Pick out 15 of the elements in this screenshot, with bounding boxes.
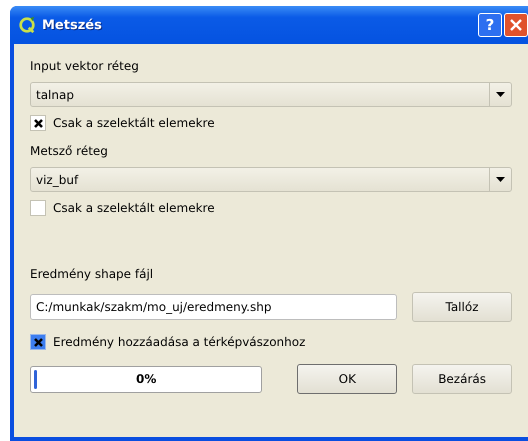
progress-reading: 0% [136, 372, 156, 386]
dialog-button[interactable]: OK [297, 364, 398, 394]
window-title: Metszés [42, 18, 102, 32]
field-label: Input vektor réteg [30, 58, 140, 74]
dialog-button[interactable]: Bezárás [412, 364, 512, 394]
layer-dropdown[interactable]: talnap [30, 82, 512, 107]
checkbox-label: Csak a szelektált elemekre [53, 116, 215, 130]
output-file-field[interactable]: C:/munkak/szakm/mo_uj/eredmeny.shp [30, 294, 397, 320]
field-label: Metsző réteg [30, 143, 109, 159]
browse-button[interactable]: Tallóz [412, 292, 512, 322]
help-button[interactable]: ? [478, 13, 502, 37]
layer-dropdown[interactable]: viz_buf [30, 167, 512, 192]
checkbox-label: Eredmény hozzáadása a térképvászonhoz [53, 335, 306, 349]
checkbox-label: Csak a szelektált elemekre [53, 201, 215, 215]
field-label: Eredmény shape fájl [30, 266, 154, 282]
